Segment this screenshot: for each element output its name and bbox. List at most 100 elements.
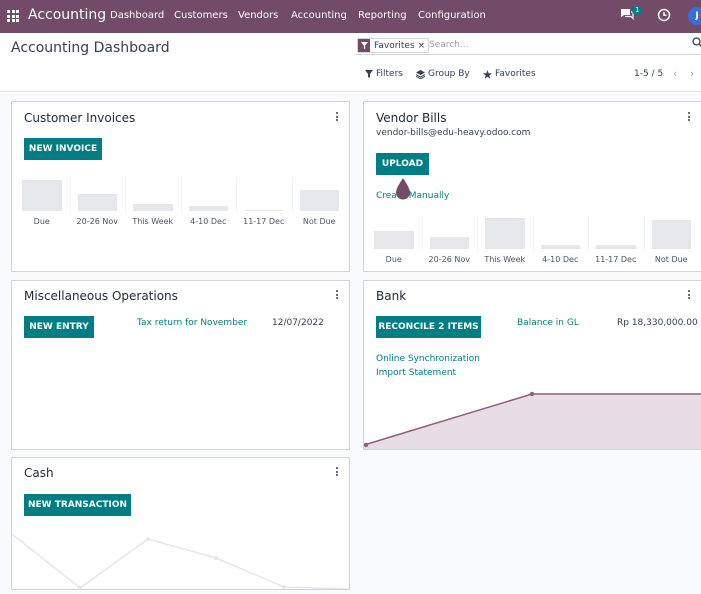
cash-kebab-icon[interactable] (336, 467, 339, 478)
create-manually-link[interactable]: Create Manually (376, 191, 449, 201)
star-icon (483, 69, 492, 79)
search-input[interactable] (429, 40, 679, 50)
menu-accounting[interactable]: Accounting (291, 10, 347, 21)
vendor-bills-kebab-icon[interactable] (688, 112, 691, 123)
customer-invoices-kebab-icon[interactable] (336, 112, 339, 123)
vendor-bills-email[interactable]: vendor-bills@edu-heavy.odoo.com (376, 128, 530, 138)
new-invoice-button[interactable]: NEW INVOICE (24, 138, 102, 160)
pager-next-icon[interactable]: › (690, 67, 694, 80)
group-by-button[interactable]: Group By (416, 69, 470, 79)
misc-operations-card (11, 280, 350, 450)
chart-grid-line (236, 177, 237, 213)
cash-title[interactable]: Cash (24, 466, 54, 480)
chart-bar-label: This Week (132, 217, 174, 226)
balance-gl-value: Rp 18,330,000.00 (617, 318, 698, 328)
chart-grid-line (477, 215, 478, 251)
chart-bar-label: Not Due (302, 217, 336, 226)
chart-grid-line (421, 215, 423, 251)
chart-grid-line (643, 215, 645, 251)
chart-bar[interactable] (188, 206, 228, 211)
bank-title[interactable]: Bank (376, 289, 406, 303)
menu-customers[interactable]: Customers (174, 10, 228, 21)
chart-grid-line (180, 177, 182, 213)
chart-grid-line (588, 215, 589, 251)
chart-bar-label: 11-17 Dec (243, 217, 285, 226)
chat-badge: 1 (632, 6, 643, 15)
chart-bar[interactable] (77, 194, 117, 211)
apps-grid-icon[interactable] (7, 10, 19, 22)
import-statement-link[interactable]: Import Statement (376, 368, 456, 378)
chart-bar[interactable] (299, 190, 339, 211)
cash-card (11, 457, 350, 590)
bank-chart-area (364, 394, 701, 449)
chart-bar[interactable] (485, 218, 525, 249)
vendor-bills-title[interactable]: Vendor Bills (376, 111, 446, 125)
favorites-label: Favorites (495, 69, 536, 79)
customer-invoices-title[interactable]: Customer Invoices (24, 111, 135, 125)
misc-operations-title[interactable]: Miscellaneous Operations (24, 289, 178, 303)
menu-dashboard[interactable]: Dashboard (110, 10, 164, 21)
search-bar: Favorites × (355, 38, 701, 55)
chart-bar[interactable] (596, 245, 636, 249)
chart-bar[interactable] (429, 237, 469, 249)
pager-prev-icon[interactable]: ‹ (673, 67, 677, 80)
facet-label: Favorites (374, 40, 415, 51)
app-brand[interactable]: Accounting (28, 7, 106, 23)
cash-chart-point (77, 585, 83, 589)
chart-bar[interactable] (540, 245, 580, 249)
cash-chart-point (213, 555, 219, 561)
chart-bar-label: 20-26 Nov (428, 255, 470, 264)
online-sync-link[interactable]: Online Synchronization (376, 354, 480, 364)
chart-grid-line (291, 177, 293, 213)
top-navbar: Accounting Dashboard Customers Vendors A… (0, 0, 701, 33)
chart-bar-label: 11-17 Dec (595, 255, 637, 264)
chart-bar-label: 20-26 Nov (76, 217, 118, 226)
menu-reporting[interactable]: Reporting (358, 10, 407, 21)
search-icon[interactable] (692, 37, 701, 48)
chart-bar[interactable] (651, 220, 691, 249)
chart-grid-line (125, 177, 126, 213)
user-avatar[interactable]: J (688, 7, 701, 25)
group-by-label: Group By (428, 69, 470, 79)
facet-close-icon[interactable]: × (418, 41, 429, 51)
clock-icon[interactable] (657, 8, 671, 22)
page-title: Accounting Dashboard (11, 40, 170, 56)
new-entry-button[interactable]: NEW ENTRY (24, 316, 94, 338)
bank-chart-point (364, 442, 369, 448)
bank-chart (364, 391, 701, 449)
tax-return-link[interactable]: Tax return for November (137, 318, 247, 328)
reconcile-button[interactable]: RECONCILE 2 ITEMS (376, 316, 481, 338)
chart-grid-line (532, 215, 534, 251)
chart-bar[interactable] (374, 231, 414, 249)
new-transaction-button[interactable]: NEW TRANSACTION (24, 494, 131, 516)
chart-grid-line (69, 177, 71, 213)
menu-configuration[interactable]: Configuration (418, 10, 486, 21)
filters-label: Filters (376, 69, 403, 79)
chart-bar[interactable] (22, 180, 62, 211)
chart-bar[interactable] (244, 210, 284, 211)
tax-return-date: 12/07/2022 (272, 318, 324, 328)
cash-chart (12, 533, 349, 589)
chart-bar-label: 4-10 Dec (190, 217, 227, 226)
cash-chart-line (12, 533, 349, 589)
cash-chart-point (281, 584, 287, 589)
filters-button[interactable]: Filters (365, 69, 403, 79)
chart-bar[interactable] (133, 204, 173, 211)
bank-card (363, 280, 701, 450)
control-panel: Accounting Dashboard Favorites × (0, 33, 701, 92)
misc-operations-kebab-icon[interactable] (336, 290, 339, 301)
balance-gl-link[interactable]: Balance in GL (517, 318, 579, 328)
chart-bar-label: Due (385, 255, 402, 264)
favorites-button[interactable]: Favorites (483, 69, 536, 79)
menu-vendors[interactable]: Vendors (238, 10, 278, 21)
upload-button[interactable]: UPLOAD (376, 153, 429, 175)
search-facet-favorites[interactable]: Favorites × (357, 38, 430, 53)
chart-bar-label: This Week (484, 255, 526, 264)
chart-bar-label: Due (33, 217, 50, 226)
filter-icon (365, 70, 373, 78)
filter-icon (358, 39, 370, 52)
pager-value[interactable]: 1-5 / 5 (634, 69, 663, 79)
bank-kebab-icon[interactable] (688, 290, 691, 301)
chart-bar-label: 4-10 Dec (542, 255, 579, 264)
bank-chart-point (529, 391, 535, 397)
